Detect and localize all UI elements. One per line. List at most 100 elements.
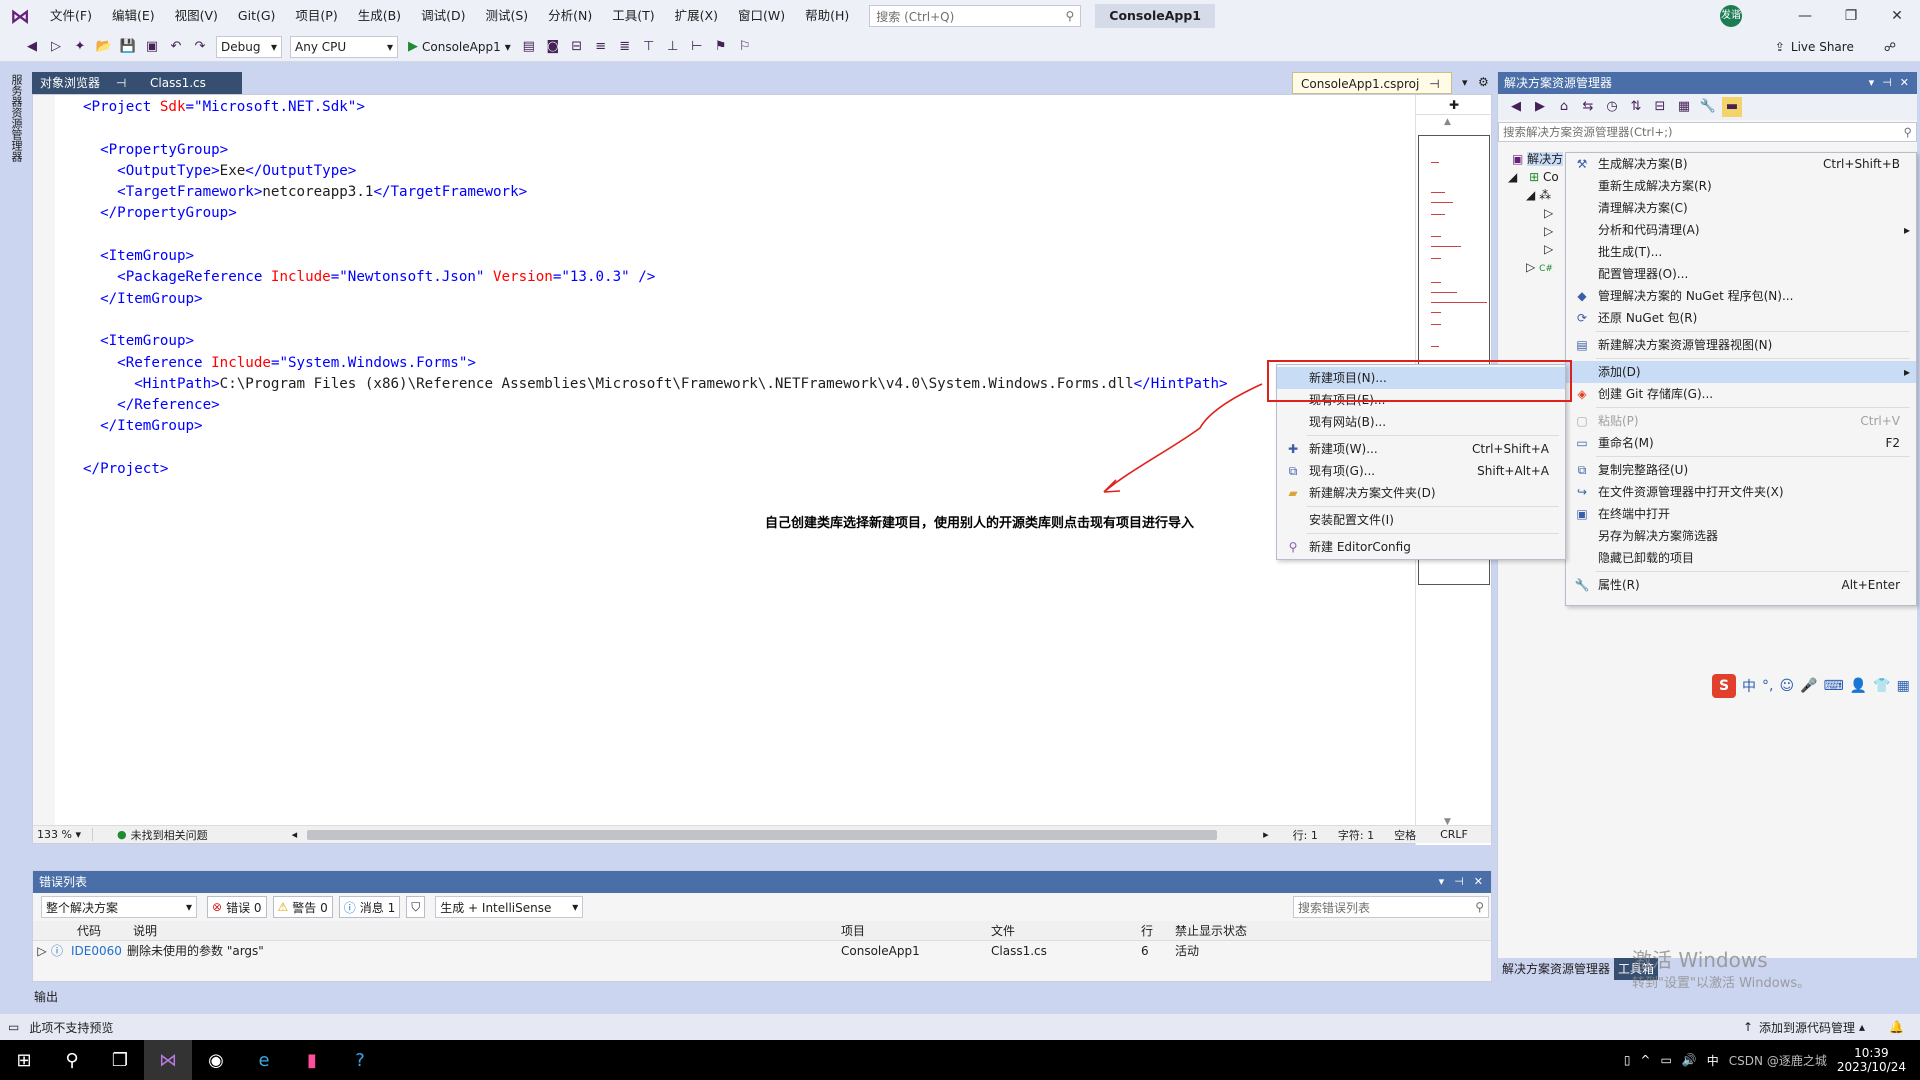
menu-restore-nuget[interactable]: ⟳ 还原 NuGet 包(R): [1566, 307, 1916, 329]
tab-class1[interactable]: Class1.cs: [142, 72, 242, 94]
messages-filter-button[interactable]: ⓘ 消息 1: [338, 896, 401, 918]
scope-select[interactable]: 整个解决方案 ▾: [41, 896, 197, 918]
menu-new-editorconfig[interactable]: ⚲ 新建 EditorConfig: [1277, 536, 1565, 558]
taskbar-clock[interactable]: 10:39 2023/10/24: [1837, 1046, 1906, 1074]
menu-add[interactable]: 添加(D) ▸: [1566, 361, 1916, 383]
table-row[interactable]: ▷ ⓘ IDE0060 删除未使用的参数 "args" ConsoleApp1 …: [33, 941, 1491, 961]
menu-properties[interactable]: 🔧 属性(R) Alt+Enter: [1566, 574, 1916, 596]
error-search-input[interactable]: 搜索错误列表 ⚲: [1293, 896, 1489, 918]
global-search-input[interactable]: 搜索 (Ctrl+Q) ⚲: [869, 5, 1082, 27]
tab-object-browser[interactable]: 对象浏览器 ⊣: [32, 72, 142, 94]
col-description[interactable]: 说明: [127, 921, 837, 940]
source-control-button[interactable]: 添加到源代码管理: [1759, 1019, 1855, 1036]
collapsed-icon[interactable]: ▷: [1544, 242, 1553, 256]
menu-build-solution[interactable]: ⚒ 生成解决方案(B) Ctrl+Shift+B: [1566, 153, 1916, 175]
save-all-icon[interactable]: ▣: [142, 37, 162, 57]
issues-status[interactable]: 未找到相关问题: [131, 827, 208, 843]
help-app-icon[interactable]: ?: [336, 1040, 384, 1080]
feedback-icon[interactable]: ☍: [1884, 40, 1896, 54]
undo-icon[interactable]: ↶: [166, 37, 186, 57]
code-content[interactable]: <Project Sdk="Microsoft.NET.Sdk"> <Prope…: [83, 97, 1228, 480]
sogou-logo-icon[interactable]: S: [1712, 674, 1736, 698]
menu-hide-unloaded[interactable]: 隐藏已卸载的项目: [1566, 547, 1916, 569]
visual-studio-logo-icon[interactable]: ⋈: [0, 0, 40, 32]
comment-icon[interactable]: ⊥: [663, 37, 683, 57]
server-explorer-tab[interactable]: 服务器资源管理器: [6, 70, 24, 166]
tree-item-node[interactable]: ▷: [1544, 240, 1553, 258]
pin-icon[interactable]: ⊣: [1454, 871, 1464, 893]
forward-icon[interactable]: ▶: [1530, 97, 1550, 117]
tab-output[interactable]: 输出: [32, 986, 152, 1008]
menu-new-solution-folder[interactable]: ▰ 新建解决方案文件夹(D): [1277, 482, 1565, 504]
build-filter-select[interactable]: 生成 + IntelliSense ▾: [435, 896, 584, 918]
menu-tools[interactable]: 工具(T): [602, 0, 664, 32]
emoji-icon[interactable]: ☺: [1779, 678, 1794, 694]
menu-batch-build[interactable]: 批生成(T)...: [1566, 241, 1916, 263]
configuration-select[interactable]: Debug ▾: [216, 35, 282, 58]
collapsed-icon[interactable]: ▷: [1544, 224, 1553, 238]
whitespace-indicator[interactable]: 空格: [1394, 827, 1416, 843]
punctuation-icon[interactable]: °,: [1762, 678, 1773, 694]
menu-analyze[interactable]: 分析(N): [538, 0, 602, 32]
menu-copy-path[interactable]: ⧉ 复制完整路径(U): [1566, 459, 1916, 481]
errors-filter-button[interactable]: ⊗ 错误 0: [207, 896, 267, 918]
ime-indicator[interactable]: 中: [1707, 1052, 1719, 1069]
close-icon[interactable]: ✕: [1900, 72, 1909, 94]
menu-extensions[interactable]: 扩展(X): [665, 0, 728, 32]
expand-icon[interactable]: ◢: [1526, 188, 1535, 202]
menu-paste[interactable]: ▢ 粘贴(P) Ctrl+V: [1566, 410, 1916, 432]
keyboard-icon[interactable]: ⌨: [1824, 678, 1844, 694]
menu-new-se-view[interactable]: ▤ 新建解决方案资源管理器视图(N): [1566, 334, 1916, 356]
align-icon[interactable]: ⊟: [567, 37, 587, 57]
tree-item-node[interactable]: ▷: [1544, 204, 1553, 222]
menu-create-git-repo[interactable]: ◈ 创建 Git 存储库(G)...: [1566, 383, 1916, 405]
game-taskbar-icon[interactable]: ◉: [192, 1040, 240, 1080]
menu-project[interactable]: 项目(P): [285, 0, 347, 32]
menu-window[interactable]: 窗口(W): [728, 0, 795, 32]
task-view-icon[interactable]: ❐: [96, 1040, 144, 1080]
show-all-files-icon[interactable]: ▦: [1674, 97, 1694, 117]
volume-icon[interactable]: 🔊: [1682, 1053, 1697, 1067]
panel-menu-icon[interactable]: ▾: [1439, 871, 1445, 893]
tray-expand-icon[interactable]: ^: [1640, 1053, 1650, 1067]
tab-overflow-icon[interactable]: ▾: [1462, 76, 1468, 89]
eol-indicator[interactable]: CRLF: [1440, 828, 1468, 841]
menu-manage-nuget[interactable]: ◆ 管理解决方案的 NuGet 程序包(N)...: [1566, 285, 1916, 307]
col-file[interactable]: 文件: [987, 921, 1137, 940]
collapse-icon[interactable]: ⊟: [1650, 97, 1670, 117]
tab-csproj[interactable]: ConsoleApp1.csproj ⊣ ✕: [1292, 72, 1452, 113]
new-project-icon[interactable]: ✦: [70, 37, 90, 57]
edge-browser-icon[interactable]: e: [240, 1040, 288, 1080]
back-icon[interactable]: ◀: [22, 37, 42, 57]
menu-open-in-explorer[interactable]: ↪ 在文件资源管理器中打开文件夹(X): [1566, 481, 1916, 503]
menu-build[interactable]: 生成(B): [348, 0, 411, 32]
redo-icon[interactable]: ↷: [190, 37, 210, 57]
menu-existing-item[interactable]: ⧉ 现有项(G)... Shift+Alt+A: [1277, 460, 1565, 482]
menu-debug[interactable]: 调试(D): [411, 0, 475, 32]
start-debugging-button[interactable]: ▶ ConsoleApp1 ▾: [408, 39, 511, 54]
preview-icon[interactable]: ▬: [1722, 97, 1742, 117]
zoom-select[interactable]: 133 % ▾: [33, 828, 93, 841]
collapsed-icon[interactable]: ▷: [1544, 206, 1553, 220]
menu-config-manager[interactable]: 配置管理器(O)...: [1566, 263, 1916, 285]
menu-analyze-cleanup[interactable]: 分析和代码清理(A) ▸: [1566, 219, 1916, 241]
home-icon[interactable]: ⌂: [1554, 97, 1574, 117]
skin-icon[interactable]: 👕: [1873, 678, 1890, 694]
network-icon[interactable]: ▭: [1660, 1053, 1671, 1067]
tree-item-dependencies[interactable]: ◢ ⁂: [1526, 186, 1551, 204]
col-suppress[interactable]: 禁止显示状态: [1171, 921, 1291, 940]
windows-start-icon[interactable]: ⊞: [0, 1040, 48, 1080]
avatar[interactable]: 发谐: [1720, 5, 1742, 27]
collapsed-icon[interactable]: ▷: [1526, 260, 1535, 274]
search-icon[interactable]: ⚲: [48, 1040, 96, 1080]
scroll-up-icon[interactable]: ▲: [1444, 117, 1451, 127]
save-icon[interactable]: 💾: [118, 37, 138, 57]
menu-edit[interactable]: 编辑(E): [102, 0, 165, 32]
menu-install-config[interactable]: 安装配置文件(I): [1277, 509, 1565, 531]
notification-bell-icon[interactable]: 🔔: [1889, 1020, 1904, 1034]
mic-icon[interactable]: 🎤: [1800, 678, 1817, 694]
error-code-link[interactable]: IDE0060: [71, 941, 127, 961]
user-icon[interactable]: 👤: [1850, 678, 1867, 694]
menu-git[interactable]: Git(G): [228, 0, 286, 32]
tree-item-node[interactable]: ▷: [1544, 222, 1553, 240]
